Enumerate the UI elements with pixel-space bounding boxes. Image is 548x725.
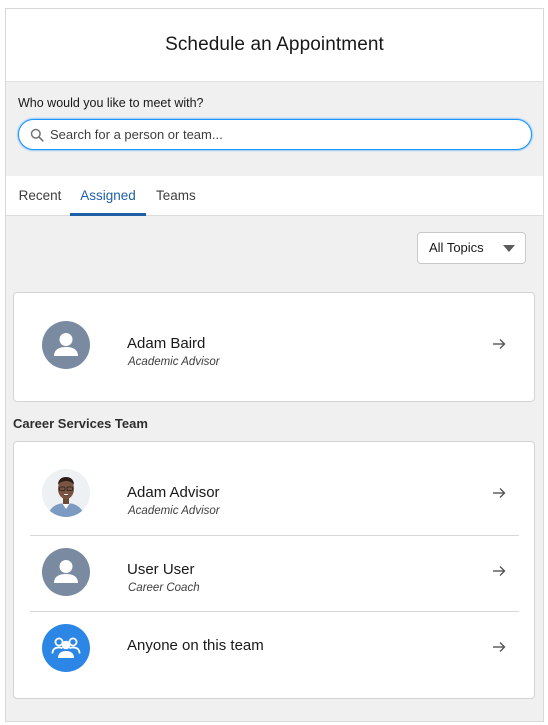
chevron-down-icon bbox=[503, 245, 515, 252]
search-box[interactable] bbox=[18, 119, 532, 150]
avatar bbox=[42, 469, 90, 517]
photo-avatar bbox=[42, 469, 90, 517]
avatar bbox=[42, 321, 90, 369]
avatar bbox=[42, 548, 90, 596]
arrow-right-icon bbox=[493, 566, 506, 576]
search-section: Who would you like to meet with? bbox=[6, 82, 543, 176]
team-card: Adam Advisor Academic Advisor User User … bbox=[13, 441, 535, 699]
list-item[interactable]: Adam Advisor Academic Advisor bbox=[14, 442, 534, 535]
topics-dropdown-value: All Topics bbox=[429, 240, 484, 255]
avatar bbox=[42, 624, 90, 672]
person-role: Academic Advisor bbox=[128, 505, 220, 517]
tab-recent[interactable]: Recent bbox=[18, 176, 62, 216]
tab-teams[interactable]: Teams bbox=[156, 176, 196, 216]
user-icon bbox=[54, 333, 78, 356]
topics-dropdown[interactable]: All Topics bbox=[417, 232, 526, 264]
tab-assigned[interactable]: Assigned bbox=[70, 176, 146, 216]
assigned-advisor-card: Adam Baird Academic Advisor bbox=[13, 292, 535, 402]
list-item[interactable]: User User Career Coach bbox=[14, 536, 534, 611]
person-role: Career Coach bbox=[128, 582, 200, 594]
list-item[interactable]: Adam Baird Academic Advisor bbox=[14, 293, 534, 401]
person-name: Adam Advisor bbox=[127, 484, 220, 501]
person-name: Anyone on this team bbox=[127, 637, 264, 654]
person-name: User User bbox=[127, 561, 195, 578]
list-item[interactable]: Anyone on this team bbox=[14, 612, 534, 698]
search-label: Who would you like to meet with? bbox=[18, 96, 204, 110]
search-input[interactable] bbox=[50, 120, 520, 149]
arrow-right-icon bbox=[493, 339, 506, 349]
arrow-right-icon bbox=[493, 642, 506, 652]
page-title: Schedule an Appointment bbox=[165, 34, 384, 55]
arrow-right-icon bbox=[493, 488, 506, 498]
team-section-title: Career Services Team bbox=[13, 416, 148, 431]
person-role: Academic Advisor bbox=[128, 356, 220, 368]
person-name: Adam Baird bbox=[127, 335, 206, 352]
user-icon bbox=[54, 560, 78, 583]
group-icon bbox=[51, 637, 81, 658]
panel-header: Schedule an Appointment bbox=[6, 9, 543, 82]
tab-bar: Recent Assigned Teams bbox=[6, 176, 543, 216]
search-icon bbox=[30, 128, 44, 142]
